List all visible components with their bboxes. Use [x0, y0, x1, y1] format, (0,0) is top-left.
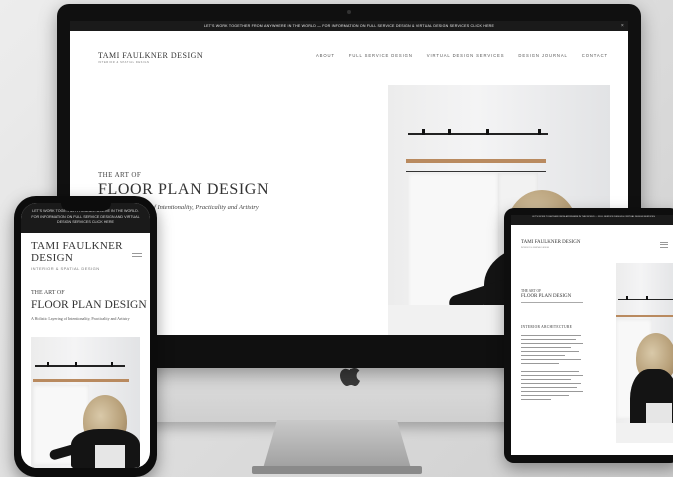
site-logo[interactable]: TAMI FAULKNER DESIGN	[98, 51, 203, 60]
tablet-hero-title: FLOOR PLAN DESIGN	[521, 294, 572, 299]
tablet-paragraph	[521, 335, 583, 367]
tablet-hero-photo	[616, 263, 673, 443]
mobile-hero-title: FLOOR PLAN DESIGN	[31, 299, 147, 311]
camera-dot	[347, 10, 351, 14]
tablet-announcement-bar[interactable]: LET'S WORK TOGETHER FROM ANYWHERE IN THE…	[511, 215, 673, 225]
mobile-logo-line-2: DESIGN	[31, 251, 74, 264]
mobile-hero-subtitle: A Holistic Layering of Intentionality, P…	[31, 316, 130, 321]
nav-virtual-design-services[interactable]: VIRTUAL DESIGN SERVICES	[427, 53, 505, 58]
nav-contact[interactable]: CONTACT	[582, 53, 608, 58]
hamburger-menu-icon[interactable]	[660, 242, 668, 249]
mobile-hero-photo	[31, 337, 140, 468]
tablet-hero-subtitle-line	[521, 302, 583, 303]
mobile-site-logo[interactable]: TAMI FAULKNER DESIGN	[31, 240, 123, 264]
tablet-website: LET'S WORK TOGETHER FROM ANYWHERE IN THE…	[511, 215, 673, 455]
imac-stand-base	[252, 466, 422, 474]
main-nav: ABOUT FULL SERVICE DESIGN VIRTUAL DESIGN…	[316, 53, 608, 58]
close-icon[interactable]: ×	[621, 21, 624, 31]
tablet-site-logo[interactable]: TAMI FAULKNER DESIGN	[521, 240, 581, 245]
phone-notch	[61, 203, 111, 211]
tablet-site-tagline: INTERIOR & SPATIAL DESIGN	[521, 247, 550, 249]
nav-full-service-design[interactable]: FULL SERVICE DESIGN	[349, 53, 413, 58]
tablet-paragraph	[521, 371, 583, 403]
phone-device: LET'S WORK TOGETHER FROM ANYWHERE IN THE…	[14, 196, 157, 477]
hamburger-menu-icon[interactable]	[132, 253, 142, 259]
mobile-hero-eyebrow: THE ART OF	[31, 290, 65, 296]
imac-stand	[262, 420, 412, 472]
mobile-site-tagline: INTERIOR & SPATIAL DESIGN	[31, 266, 100, 271]
hero-eyebrow: THE ART OF	[98, 171, 142, 179]
tablet-section-heading: INTERIOR ARCHITECTURE	[521, 325, 573, 329]
announcement-bar[interactable]: LET'S WORK TOGETHER FROM ANYWHERE IN THE…	[70, 21, 628, 31]
site-tagline: INTERIOR & SPATIAL DESIGN	[98, 61, 150, 64]
announcement-text[interactable]: LET'S WORK TOGETHER FROM ANYWHERE IN THE…	[204, 24, 494, 28]
nav-about[interactable]: ABOUT	[316, 53, 335, 58]
tablet-device: LET'S WORK TOGETHER FROM ANYWHERE IN THE…	[504, 208, 673, 463]
nav-design-journal[interactable]: DESIGN JOURNAL	[518, 53, 567, 58]
tablet-hero-eyebrow: THE ART OF	[521, 289, 542, 293]
mobile-logo-line-1: TAMI FAULKNER	[31, 240, 123, 252]
mobile-website: LET'S WORK TOGETHER FROM ANYWHERE IN THE…	[21, 203, 150, 468]
